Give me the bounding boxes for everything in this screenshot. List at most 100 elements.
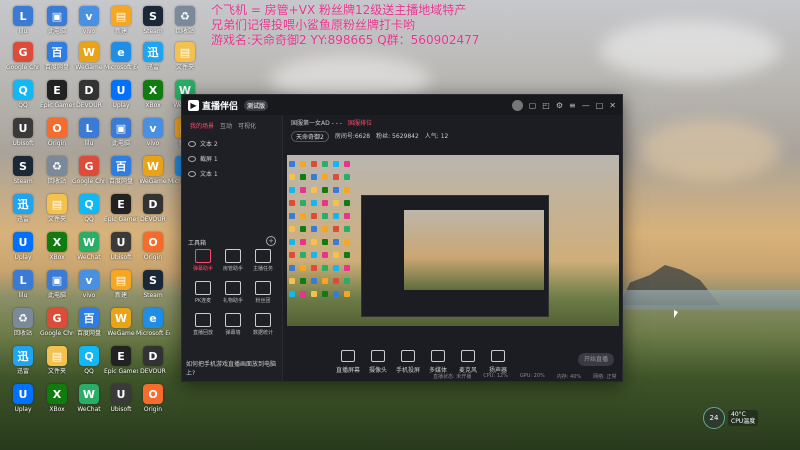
start-live-button[interactable]: 开始直播 bbox=[578, 353, 614, 366]
tool-button[interactable]: 弹幕墙 bbox=[218, 313, 248, 336]
minimize-icon[interactable]: — bbox=[582, 101, 590, 110]
app-icon: G bbox=[47, 308, 67, 328]
desktop-icon[interactable]: W WeGame bbox=[72, 42, 106, 71]
avatar[interactable] bbox=[511, 99, 523, 111]
desktop-icon[interactable]: ♻ 回收站 bbox=[40, 156, 74, 185]
category-select[interactable]: 天命奇御2 bbox=[291, 131, 329, 142]
desktop-icon-label: Epic Games bbox=[104, 368, 138, 375]
desktop-icon[interactable]: ▤ 文件夹 bbox=[168, 42, 202, 71]
desktop-icon-label: 此电脑 bbox=[111, 140, 130, 147]
desktop-icon[interactable]: O Origin bbox=[136, 384, 170, 413]
desktop-icon[interactable]: S Steam bbox=[136, 6, 170, 35]
desktop-icon[interactable]: U Uplay bbox=[6, 232, 40, 261]
desktop-icon[interactable]: 迅迅雷 bbox=[136, 42, 170, 71]
desktop-icon[interactable]: S Steam bbox=[136, 270, 170, 299]
menu-icon[interactable]: ≡ bbox=[569, 101, 576, 110]
hardware-monitor-widget[interactable]: 24 40°C CPU温度 bbox=[703, 407, 759, 429]
tab-scenes[interactable]: 我的场景 bbox=[190, 121, 214, 130]
desktop-icon-label: Origin bbox=[143, 406, 163, 413]
preview-mini-icon bbox=[344, 278, 350, 284]
eye-icon[interactable] bbox=[188, 140, 196, 147]
desktop-icon[interactable]: W WeChat bbox=[72, 384, 106, 413]
desktop-icon[interactable]: e Microsoft Edge bbox=[136, 308, 170, 337]
desktop-icon[interactable]: Q QQ bbox=[72, 194, 106, 223]
desktop-icon[interactable]: D DEVOUR bbox=[136, 194, 170, 223]
scene-item[interactable]: 文本 1 bbox=[182, 166, 282, 181]
desktop-icon[interactable]: 百百度网盘 bbox=[40, 42, 74, 71]
stream-title[interactable]: 国服第一女AD - - - bbox=[291, 118, 342, 127]
eye-icon[interactable] bbox=[188, 170, 196, 177]
desktop-icon[interactable]: ▤ 新建 bbox=[104, 6, 138, 35]
desktop-icon-label: DEVOUR bbox=[76, 102, 102, 109]
desktop-icon[interactable]: Q QQ bbox=[6, 80, 40, 109]
tool-button[interactable]: 礼物助手 bbox=[218, 281, 248, 304]
desktop-icon[interactable]: X XBox bbox=[40, 232, 74, 261]
tool-button[interactable]: 数据统计 bbox=[248, 313, 278, 336]
desktop-icon[interactable]: ♻ 回收站 bbox=[168, 6, 202, 35]
sea-scenery bbox=[620, 290, 800, 310]
desktop-icon[interactable]: v vivo bbox=[72, 6, 106, 35]
desktop-icon[interactable]: G Google Chrome bbox=[6, 42, 40, 71]
desktop-icon[interactable]: D DEVOUR bbox=[72, 80, 106, 109]
scene-item[interactable]: 文本 2 bbox=[182, 136, 282, 151]
tool-button[interactable]: PK连麦 bbox=[188, 281, 218, 304]
desktop-icon[interactable]: U Ubisoft bbox=[6, 118, 40, 147]
eye-icon[interactable] bbox=[188, 155, 196, 162]
desktop-icon[interactable]: 迅迅雷 bbox=[6, 194, 40, 223]
desktop-icon[interactable]: ▤ 新建 bbox=[104, 270, 138, 299]
desktop-icon[interactable]: v vivo bbox=[72, 270, 106, 299]
desktop-icon[interactable]: Llilu bbox=[72, 118, 106, 147]
desktop-icon[interactable]: E Epic Games bbox=[40, 80, 74, 109]
desktop-icon[interactable]: G Google Chrome bbox=[72, 156, 106, 185]
desktop-icon[interactable]: U Uplay bbox=[6, 384, 40, 413]
desktop-icon[interactable]: G Google Chrome bbox=[40, 308, 74, 337]
tab-visual[interactable]: 可视化 bbox=[238, 121, 256, 130]
desktop-icon[interactable]: ▣ 此电脑 bbox=[40, 270, 74, 299]
message-icon[interactable]: ▢ bbox=[529, 101, 537, 110]
tool-button[interactable]: 直播回放 bbox=[188, 313, 218, 336]
desktop-icon[interactable]: Llilu bbox=[6, 270, 40, 299]
shirt-icon[interactable]: ◰ bbox=[542, 101, 550, 110]
scene-item[interactable]: 截屏 1 bbox=[182, 151, 282, 166]
desktop-icon[interactable]: ▤ 文件夹 bbox=[40, 346, 74, 375]
close-icon[interactable]: ✕ bbox=[609, 101, 616, 110]
desktop-icon[interactable]: W WeChat bbox=[72, 232, 106, 261]
maximize-icon[interactable]: □ bbox=[596, 101, 604, 110]
tool-button[interactable]: 房管助手 bbox=[218, 249, 248, 272]
tool-button[interactable]: 主播任务 bbox=[248, 249, 278, 272]
desktop-icon[interactable]: O Origin bbox=[40, 118, 74, 147]
desktop-icon[interactable]: X XBox bbox=[40, 384, 74, 413]
desktop-icon[interactable]: W WeGame bbox=[104, 308, 138, 337]
source-icon bbox=[341, 350, 355, 362]
desktop-icon[interactable]: W WeGame bbox=[136, 156, 170, 185]
desktop-icon[interactable]: e Microsoft Edge bbox=[104, 42, 138, 71]
desktop-icon[interactable]: E Epic Games bbox=[104, 346, 138, 375]
live-preview[interactable] bbox=[287, 155, 619, 347]
desktop-icon[interactable]: Q QQ bbox=[72, 346, 106, 375]
desktop-icon[interactable]: D DEVOUR bbox=[136, 346, 170, 375]
desktop-icon[interactable]: E Epic Games bbox=[104, 194, 138, 223]
tab-interact[interactable]: 互动 bbox=[220, 121, 232, 130]
preview-mini-icon bbox=[311, 187, 317, 193]
settings-icon[interactable]: ⚙ bbox=[556, 101, 563, 110]
desktop-icon[interactable]: U Ubisoft bbox=[104, 232, 138, 261]
desktop-icon[interactable]: O Origin bbox=[136, 232, 170, 261]
desktop-icon[interactable]: U Uplay bbox=[104, 80, 138, 109]
tool-button[interactable]: 粉丝团 bbox=[248, 281, 278, 304]
desktop-icon[interactable]: 百百度网盘 bbox=[72, 308, 106, 337]
desktop-icon[interactable]: S Steam bbox=[6, 156, 40, 185]
desktop-icon[interactable]: ▣ 此电脑 bbox=[40, 6, 74, 35]
desktop-icon[interactable]: 迅迅雷 bbox=[6, 346, 40, 375]
help-notice[interactable]: 如何把手机游戏直播画面放到电脑上? bbox=[186, 359, 282, 377]
desktop-icon[interactable]: ▣ 此电脑 bbox=[104, 118, 138, 147]
desktop-icon[interactable]: U Ubisoft bbox=[104, 384, 138, 413]
desktop-icon[interactable]: v vivo bbox=[136, 118, 170, 147]
preview-mini-icon bbox=[300, 291, 306, 297]
desktop-icon[interactable]: ▤ 文件夹 bbox=[40, 194, 74, 223]
tool-button[interactable]: 弹幕助手 bbox=[188, 249, 218, 272]
desktop-icon[interactable]: X XBox bbox=[136, 80, 170, 109]
desktop-icon[interactable]: Llilu bbox=[6, 6, 40, 35]
add-tool-icon[interactable]: + bbox=[266, 236, 276, 246]
desktop-icon[interactable]: ♻ 回收站 bbox=[6, 308, 40, 337]
desktop-icon[interactable]: 百百度网盘 bbox=[104, 156, 138, 185]
